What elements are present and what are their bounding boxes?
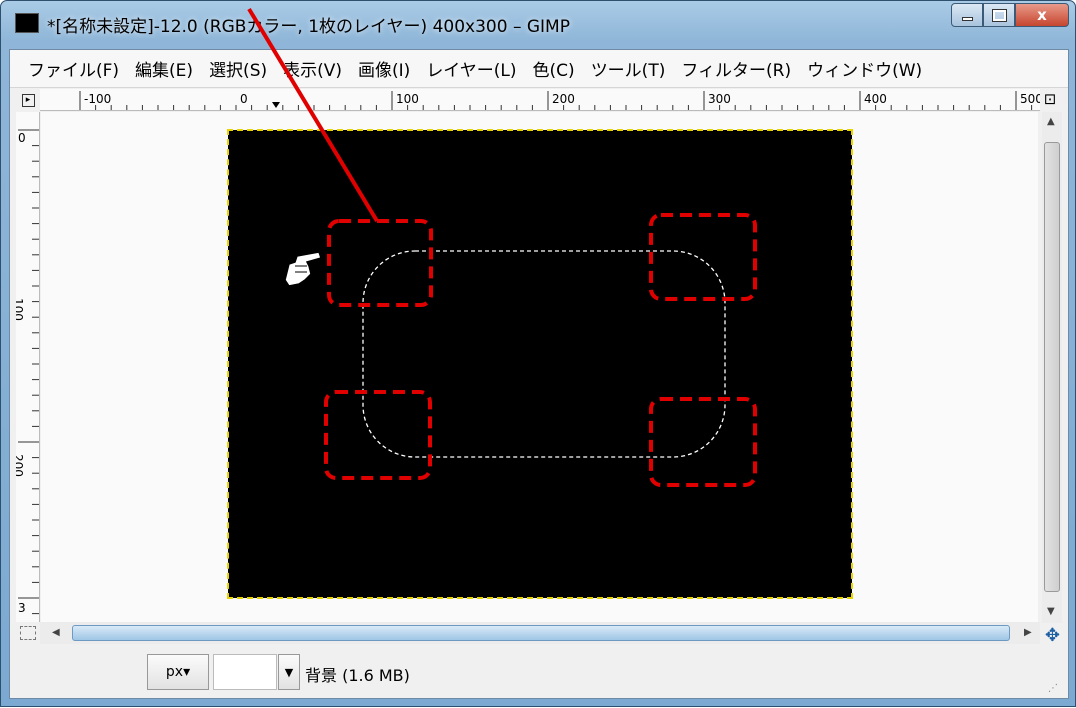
- menu-layer[interactable]: レイヤー(L): [418, 56, 524, 81]
- minimize-button[interactable]: [951, 3, 983, 27]
- ruler-label-h: 100: [396, 92, 419, 106]
- canvas-area[interactable]: [41, 112, 1038, 623]
- ruler-label-h: 300: [708, 92, 731, 106]
- horizontal-scroll-thumb[interactable]: [72, 625, 1010, 641]
- ruler-label-h: 200: [552, 92, 575, 106]
- pointer-position-marker: [272, 102, 280, 108]
- menu-colors[interactable]: 色(C): [525, 56, 583, 81]
- navigate-icon[interactable]: ✥: [1045, 625, 1060, 646]
- horizontal-scrollbar[interactable]: ◀ ▶: [40, 622, 1040, 644]
- layer-info: 背景 (1.6 MB): [305, 666, 410, 685]
- ruler-toggle-button[interactable]: ▸: [16, 89, 40, 111]
- menu-select[interactable]: 選択(S): [201, 56, 275, 81]
- ruler-label-v: 200: [16, 454, 25, 477]
- chevron-down-icon: ▼: [284, 665, 294, 679]
- rounded-selection: [362, 250, 726, 458]
- vertical-ruler-graphic: 0 100 200 3: [16, 129, 39, 615]
- unit-select[interactable]: px ▾: [147, 654, 209, 690]
- unit-value: px: [165, 664, 184, 680]
- corner-highlight-bottom-right: [649, 397, 757, 487]
- vertical-scroll-thumb[interactable]: [1044, 142, 1060, 592]
- ruler-toggle-icon: ▸: [21, 93, 35, 107]
- minimize-icon: [961, 17, 973, 21]
- menu-filters[interactable]: フィルター(R): [673, 56, 799, 81]
- window-title: *[名称未設定]-12.0 (RGBカラー, 1枚のレイヤー) 400x300 …: [47, 17, 570, 37]
- zoom-field[interactable]: [213, 654, 277, 690]
- vertical-scrollbar[interactable]: ▲ ▼: [1042, 112, 1062, 623]
- status-bar: px ▾ ▼ 背景 (1.6 MB) ⋰: [10, 646, 1068, 698]
- image-window-client: ファイル(F) 編集(E) 選択(S) 表示(V) 画像(I) レイヤー(L) …: [9, 49, 1069, 699]
- menu-tools[interactable]: ツール(T): [583, 56, 674, 81]
- menu-image[interactable]: 画像(I): [350, 56, 418, 81]
- ruler-label-v: 0: [18, 131, 26, 145]
- horizontal-ruler[interactable]: -100 0 100 200 300 400 500: [40, 89, 1040, 111]
- menu-bar: ファイル(F) 編集(E) 選択(S) 表示(V) 画像(I) レイヤー(L) …: [10, 50, 1068, 88]
- horizontal-ruler-graphic: -100 0 100 200 300 400 500: [79, 91, 1040, 110]
- menu-windows[interactable]: ウィンドウ(W): [799, 56, 930, 81]
- scroll-right-icon[interactable]: ▶: [1024, 627, 1032, 638]
- menu-file[interactable]: ファイル(F): [20, 56, 127, 81]
- ruler-label-v: 100: [16, 298, 25, 321]
- zoom-dropdown-button[interactable]: ▼: [278, 654, 300, 690]
- zoom-fit-icon[interactable]: ⊡: [1040, 90, 1060, 110]
- vertical-ruler[interactable]: 0 100 200 3: [16, 112, 40, 622]
- scroll-up-icon[interactable]: ▲: [1047, 116, 1055, 127]
- ruler-label-h: -100: [84, 92, 111, 106]
- menu-view[interactable]: 表示(V): [275, 56, 350, 81]
- window-controls: x: [951, 3, 1069, 29]
- canvas-overlay: [284, 213, 757, 487]
- close-icon: x: [1037, 6, 1047, 24]
- corner-highlight-top-left: [327, 219, 433, 307]
- maximize-icon: [991, 8, 1007, 22]
- maximize-button[interactable]: [983, 3, 1015, 27]
- scroll-down-icon[interactable]: ▼: [1047, 606, 1055, 617]
- ruler-label-h: 500: [1020, 92, 1040, 106]
- menu-edit[interactable]: 編集(E): [127, 56, 201, 81]
- close-button[interactable]: x: [1015, 3, 1069, 27]
- title-bar[interactable]: *[名称未設定]-12.0 (RGBカラー, 1枚のレイヤー) 400x300 …: [1, 1, 1076, 47]
- resize-grip-icon[interactable]: ⋰: [1048, 683, 1058, 694]
- hand-pointer-icon: [284, 251, 322, 287]
- ruler-label-h: 0: [240, 92, 248, 106]
- image-thumbnail-icon: [15, 13, 39, 33]
- corner-highlight-top-right: [649, 213, 757, 301]
- ruler-label-v: 3: [18, 601, 26, 615]
- ruler-label-h: 400: [864, 92, 887, 106]
- gimp-window: *[名称未設定]-12.0 (RGBカラー, 1枚のレイヤー) 400x300 …: [0, 0, 1076, 707]
- quick-mask-icon[interactable]: [20, 626, 36, 640]
- corner-highlight-bottom-left: [324, 390, 432, 480]
- scroll-left-icon[interactable]: ◀: [52, 627, 60, 638]
